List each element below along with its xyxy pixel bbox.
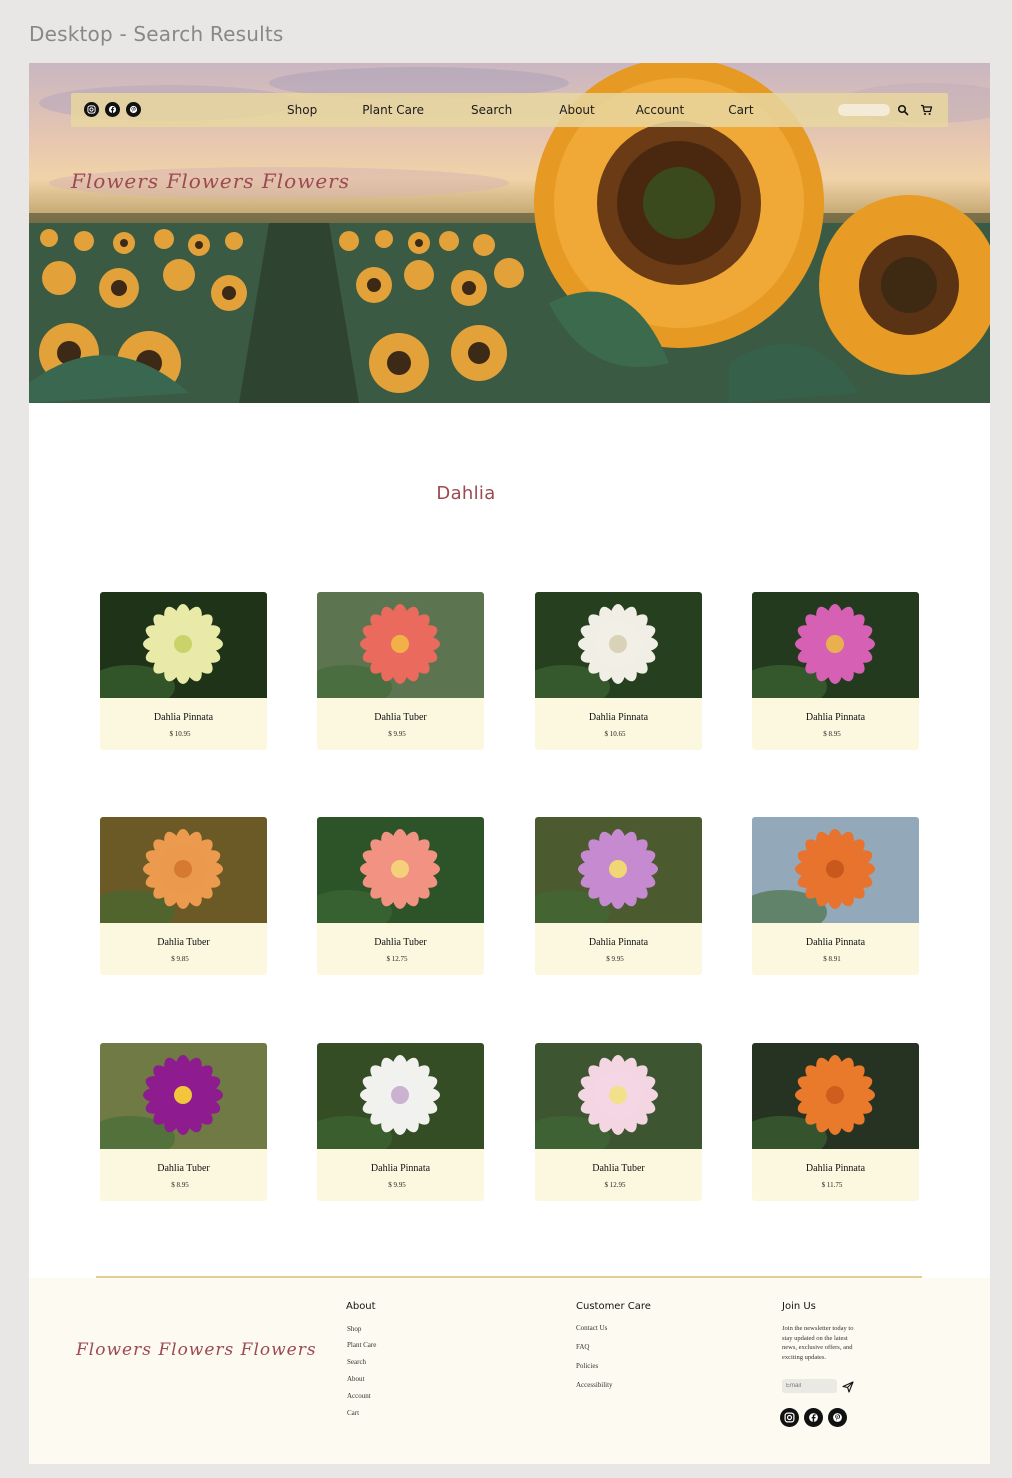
instagram-icon[interactable]: [780, 1408, 799, 1427]
site-footer: Flowers Flowers Flowers About Shop Plant…: [29, 1278, 990, 1464]
footer-logo[interactable]: Flowers Flowers Flowers: [76, 1340, 317, 1360]
footer-link-accessibility[interactable]: Accessibility: [576, 1381, 613, 1389]
product-card[interactable]: Dahlia Pinnata $ 9.95: [317, 1043, 484, 1201]
product-card[interactable]: Dahlia Tuber $ 9.95: [317, 592, 484, 750]
header-social-links: [84, 102, 141, 117]
product-image[interactable]: [752, 592, 919, 698]
product-image[interactable]: [317, 817, 484, 923]
product-image[interactable]: [100, 1043, 267, 1149]
nav-shop[interactable]: Shop: [287, 93, 317, 127]
facebook-icon[interactable]: [804, 1408, 823, 1427]
header-search-input[interactable]: [838, 104, 890, 116]
product-name[interactable]: Dahlia Tuber: [317, 937, 484, 948]
nav-search[interactable]: Search: [471, 93, 512, 127]
product-name[interactable]: Dahlia Tuber: [100, 937, 267, 948]
product-image[interactable]: [100, 817, 267, 923]
product-name[interactable]: Dahlia Pinnata: [752, 937, 919, 948]
pinterest-icon[interactable]: [126, 102, 141, 117]
product-card[interactable]: Dahlia Tuber $ 12.95: [535, 1043, 702, 1201]
product-card[interactable]: Dahlia Tuber $ 9.85: [100, 817, 267, 975]
footer-link-policies[interactable]: Policies: [576, 1362, 598, 1370]
product-image[interactable]: [752, 1043, 919, 1149]
product-card[interactable]: Dahlia Tuber $ 12.75: [317, 817, 484, 975]
product-image[interactable]: [535, 1043, 702, 1149]
product-card[interactable]: Dahlia Pinnata $ 8.95: [752, 592, 919, 750]
product-card[interactable]: Dahlia Pinnata $ 10.65: [535, 592, 702, 750]
footer-link-contact[interactable]: Contact Us: [576, 1324, 607, 1332]
top-navbar: Shop Plant Care Search About Account Car…: [71, 93, 948, 127]
product-name[interactable]: Dahlia Pinnata: [535, 712, 702, 723]
footer-link-search[interactable]: Search: [347, 1358, 366, 1366]
product-price: $ 9.95: [606, 955, 624, 963]
product-price: $ 9.95: [388, 730, 406, 738]
product-name[interactable]: Dahlia Tuber: [317, 712, 484, 723]
product-image[interactable]: [100, 592, 267, 698]
footer-link-faq[interactable]: FAQ: [576, 1343, 589, 1351]
product-card[interactable]: Dahlia Pinnata $ 10.95: [100, 592, 267, 750]
product-name[interactable]: Dahlia Pinnata: [752, 1163, 919, 1174]
product-price: $ 9.95: [388, 1181, 406, 1189]
footer-social-links: [780, 1408, 847, 1427]
product-image[interactable]: [752, 817, 919, 923]
product-price: $ 12.95: [604, 1181, 626, 1189]
product-card[interactable]: Dahlia Pinnata $ 11.75: [752, 1043, 919, 1201]
product-price: $ 8.91: [823, 955, 841, 963]
product-name[interactable]: Dahlia Pinnata: [535, 937, 702, 948]
product-name[interactable]: Dahlia Pinnata: [100, 712, 267, 723]
product-name[interactable]: Dahlia Tuber: [100, 1163, 267, 1174]
product-card[interactable]: Dahlia Pinnata $ 9.95: [535, 817, 702, 975]
nav-plant-care[interactable]: Plant Care: [362, 93, 424, 127]
hero-logo[interactable]: Flowers Flowers Flowers: [71, 169, 350, 193]
product-price: $ 11.75: [821, 1181, 843, 1189]
pinterest-icon[interactable]: [828, 1408, 847, 1427]
footer-join-heading: Join Us: [782, 1301, 816, 1312]
hero-banner: Shop Plant Care Search About Account Car…: [29, 63, 990, 403]
instagram-icon[interactable]: [84, 102, 99, 117]
product-image[interactable]: [535, 817, 702, 923]
product-image[interactable]: [535, 592, 702, 698]
footer-link-account[interactable]: Account: [347, 1392, 371, 1400]
product-image[interactable]: [317, 1043, 484, 1149]
canvas-title: Desktop - Search Results: [29, 22, 284, 46]
nav-cart[interactable]: Cart: [728, 93, 753, 127]
product-name[interactable]: Dahlia Pinnata: [317, 1163, 484, 1174]
product-price: $ 12.75: [386, 955, 408, 963]
footer-link-plant-care[interactable]: Plant Care: [347, 1341, 376, 1349]
facebook-icon[interactable]: [105, 102, 120, 117]
product-price: $ 8.95: [823, 730, 841, 738]
newsletter-email-input[interactable]: [782, 1379, 837, 1393]
main-nav: Shop Plant Care Search About Account Car…: [287, 93, 754, 127]
search-icon[interactable]: [897, 103, 911, 117]
cart-icon[interactable]: [920, 103, 934, 117]
product-price: $ 8.95: [171, 1181, 189, 1189]
product-image[interactable]: [317, 592, 484, 698]
footer-about-heading: About: [346, 1301, 376, 1312]
page-frame: Shop Plant Care Search About Account Car…: [29, 63, 990, 1464]
send-icon[interactable]: [842, 1380, 854, 1393]
nav-account[interactable]: Account: [636, 93, 684, 127]
search-results-heading: Dahlia: [436, 483, 496, 504]
product-price: $ 10.65: [604, 730, 626, 738]
product-name[interactable]: Dahlia Pinnata: [752, 712, 919, 723]
nav-about[interactable]: About: [559, 93, 594, 127]
footer-link-about[interactable]: About: [347, 1375, 365, 1383]
product-price: $ 9.85: [171, 955, 189, 963]
newsletter-description: Join the newsletter today to stay update…: [782, 1325, 854, 1361]
footer-link-shop[interactable]: Shop: [347, 1325, 361, 1333]
product-card[interactable]: Dahlia Tuber $ 8.95: [100, 1043, 267, 1201]
footer-customer-care-heading: Customer Care: [576, 1301, 651, 1312]
footer-link-cart[interactable]: Cart: [347, 1409, 359, 1417]
product-price: $ 10.95: [169, 730, 191, 738]
product-name[interactable]: Dahlia Tuber: [535, 1163, 702, 1174]
product-card[interactable]: Dahlia Pinnata $ 8.91: [752, 817, 919, 975]
